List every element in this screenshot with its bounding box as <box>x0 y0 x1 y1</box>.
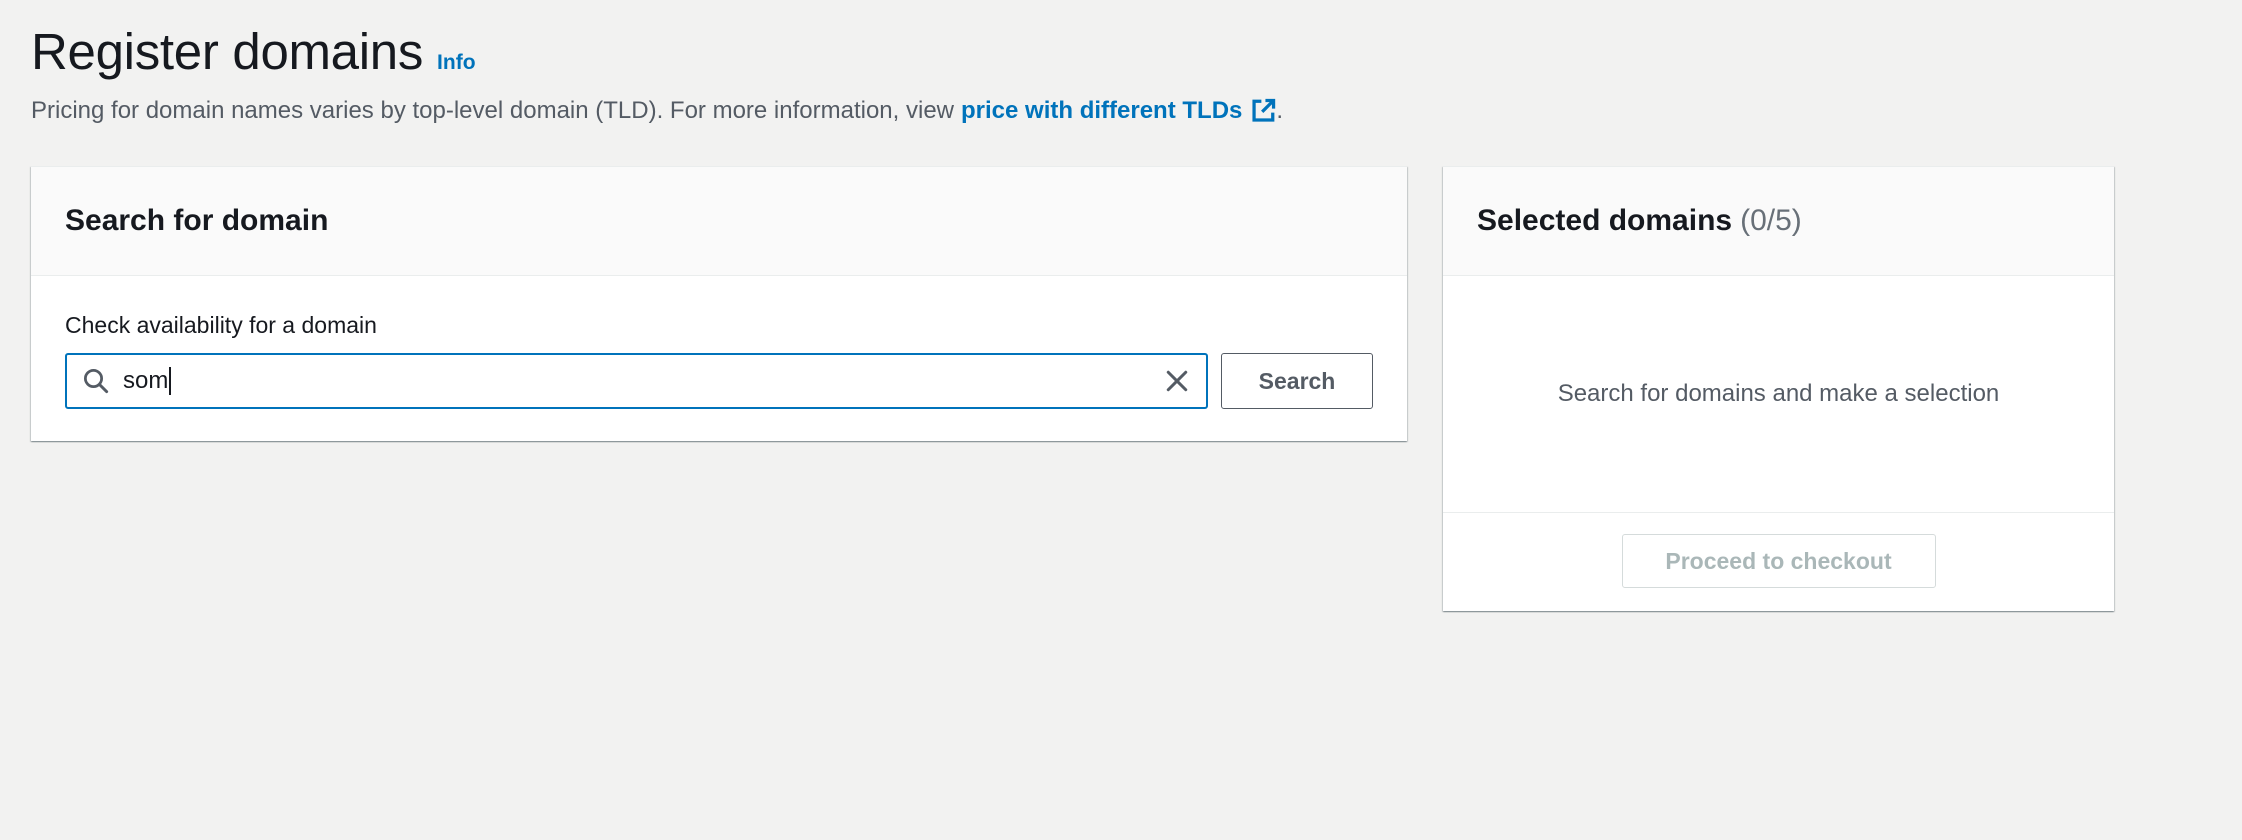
close-icon[interactable] <box>1162 366 1192 396</box>
search-button[interactable]: Search <box>1221 353 1373 409</box>
selected-domains-panel: Selected domains (0/5) Search for domains… <box>1443 166 2114 611</box>
search-for-domain-panel: Search for domain Check availability for… <box>31 166 1407 441</box>
domain-search-value[interactable]: som <box>123 367 168 395</box>
description-end: . <box>1276 97 1284 124</box>
page-header: Register domains Info Pricing for domain… <box>31 22 1283 125</box>
search-input-container[interactable]: som <box>65 353 1208 409</box>
tld-pricing-link-label[interactable]: price with different TLDs <box>961 97 1242 125</box>
domain-search-input[interactable]: som <box>123 361 1162 401</box>
title-row: Register domains Info <box>31 22 1283 81</box>
description-text: Pricing for domain names varies by top-l… <box>31 97 955 124</box>
domain-field-label: Check availability for a domain <box>65 312 377 338</box>
selected-panel-footer: Proceed to checkout <box>1443 513 2114 588</box>
selected-count: (0/5) <box>1740 204 1802 237</box>
search-icon <box>84 369 109 394</box>
search-row: som Search <box>65 353 1373 409</box>
search-panel-header: Search for domain <box>31 167 1407 276</box>
proceed-to-checkout-button[interactable]: Proceed to checkout <box>1621 534 1936 588</box>
empty-selection-message: Search for domains and make a selection <box>1443 276 2114 513</box>
page-description: Pricing for domain names varies by top-l… <box>31 97 1283 125</box>
search-panel-title: Search for domain <box>65 204 329 237</box>
tld-pricing-link[interactable]: price with different TLDs <box>961 97 1276 125</box>
page-title: Register domains <box>31 23 424 80</box>
selected-panel-header: Selected domains (0/5) <box>1443 167 2114 276</box>
text-caret <box>169 367 172 395</box>
info-link[interactable]: Info <box>437 51 475 75</box>
external-link-icon[interactable] <box>1250 98 1276 124</box>
search-panel-body: Check availability for a domain som Sear… <box>31 312 1407 409</box>
selected-domains-title: Selected domains <box>1477 204 1733 237</box>
selected-panel-title: Selected domains (0/5) <box>1477 204 1802 238</box>
